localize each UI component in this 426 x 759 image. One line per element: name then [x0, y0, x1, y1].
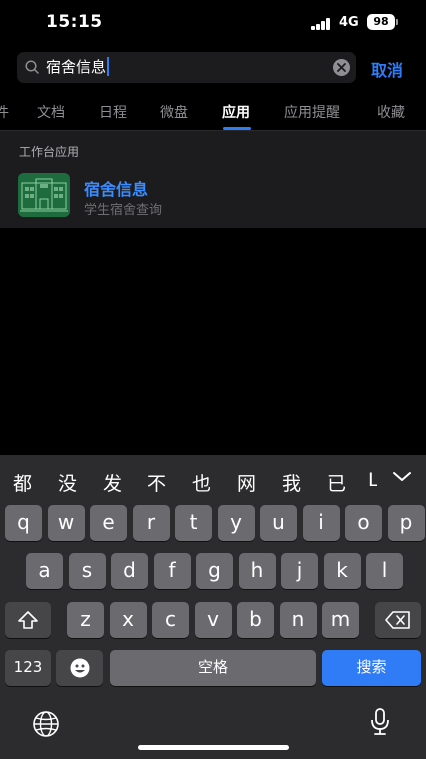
- candidate-word[interactable]: L: [368, 469, 377, 491]
- letter-key[interactable]: g: [196, 553, 233, 589]
- letter-key[interactable]: n: [279, 602, 317, 638]
- result-app-description: 学生宿舍查询: [84, 203, 163, 218]
- letter-key[interactable]: d: [111, 553, 148, 589]
- result-app-name[interactable]: 宿舍信息: [84, 176, 148, 200]
- candidate-word[interactable]: 都: [13, 469, 32, 496]
- globe-icon[interactable]: [32, 710, 60, 738]
- tab-schedule[interactable]: 日程: [99, 102, 127, 122]
- home-indicator: [138, 745, 289, 750]
- letter-key[interactable]: k: [323, 553, 361, 589]
- letter-key[interactable]: w: [47, 505, 85, 541]
- section-label: 工作台应用: [19, 145, 80, 159]
- letter-key[interactable]: o: [345, 505, 382, 541]
- tab-files[interactable]: 件: [0, 102, 9, 122]
- dormitory-app-icon[interactable]: [18, 173, 70, 217]
- chevron-down-icon[interactable]: [392, 471, 412, 483]
- candidate-bar: 都 没 发 不 也 网 我 已 L: [0, 455, 426, 501]
- letter-key[interactable]: u: [260, 505, 297, 541]
- tab-app-reminders[interactable]: 应用提醒: [284, 102, 340, 122]
- search-icon: [25, 60, 39, 74]
- candidate-word[interactable]: 没: [58, 469, 77, 496]
- clear-icon[interactable]: [333, 59, 350, 76]
- emoji-key[interactable]: [56, 650, 103, 686]
- candidate-word[interactable]: 也: [192, 469, 211, 496]
- letter-key[interactable]: b: [237, 602, 274, 638]
- cellular-signal-icon: [311, 18, 333, 30]
- candidate-word[interactable]: 我: [282, 469, 301, 496]
- letter-key[interactable]: c: [152, 602, 189, 638]
- candidate-word[interactable]: 发: [103, 469, 122, 496]
- status-bar: 15:15 4G 98: [0, 0, 426, 44]
- letter-key[interactable]: j: [281, 553, 318, 589]
- search-query: 宿舍信息: [46, 58, 107, 76]
- candidate-word[interactable]: 已: [327, 469, 346, 496]
- letter-key[interactable]: p: [387, 505, 425, 541]
- letter-key[interactable]: h: [238, 553, 276, 589]
- status-time: 15:15: [46, 12, 103, 32]
- battery-icon: 98: [367, 14, 395, 30]
- letter-key[interactable]: t: [175, 505, 212, 541]
- letter-key[interactable]: y: [217, 505, 255, 541]
- letter-key[interactable]: f: [153, 553, 191, 589]
- search-results: 工作台应用 宿舍信息 学生宿舍查询: [0, 131, 426, 228]
- network-type: 4G: [339, 15, 359, 30]
- shift-key[interactable]: [5, 602, 51, 638]
- tab-apps[interactable]: 应用: [222, 102, 250, 122]
- tab-drive[interactable]: 微盘: [160, 102, 188, 122]
- letter-key[interactable]: m: [322, 602, 359, 638]
- tab-documents[interactable]: 文档: [37, 102, 65, 122]
- space-key[interactable]: 空格: [110, 650, 316, 686]
- letter-key[interactable]: s: [68, 553, 106, 589]
- tab-favorites[interactable]: 收藏: [377, 102, 405, 122]
- text-caret: [107, 57, 110, 76]
- letter-key[interactable]: z: [67, 602, 104, 638]
- search-key[interactable]: 搜索: [322, 650, 421, 686]
- letter-key[interactable]: l: [366, 553, 403, 589]
- letter-key[interactable]: v: [194, 602, 232, 638]
- cancel-button[interactable]: 取消: [371, 57, 403, 81]
- battery-tip: [396, 19, 398, 25]
- letter-key[interactable]: a: [26, 553, 63, 589]
- letter-key[interactable]: r: [132, 505, 170, 541]
- letter-key[interactable]: i: [302, 505, 340, 541]
- letter-key[interactable]: e: [90, 505, 127, 541]
- microphone-icon[interactable]: [370, 707, 390, 737]
- category-tabs: 件 文档 日程 微盘 应用 应用提醒 收藏: [0, 100, 426, 130]
- backspace-key[interactable]: [375, 602, 421, 638]
- numbers-key[interactable]: 123: [5, 650, 51, 686]
- search-input[interactable]: 宿舍信息: [17, 52, 356, 83]
- letter-key[interactable]: q: [5, 505, 42, 541]
- candidate-word[interactable]: 不: [147, 469, 166, 496]
- letter-key[interactable]: x: [109, 602, 147, 638]
- candidate-word[interactable]: 网: [237, 469, 256, 496]
- emoji-icon: [70, 658, 89, 678]
